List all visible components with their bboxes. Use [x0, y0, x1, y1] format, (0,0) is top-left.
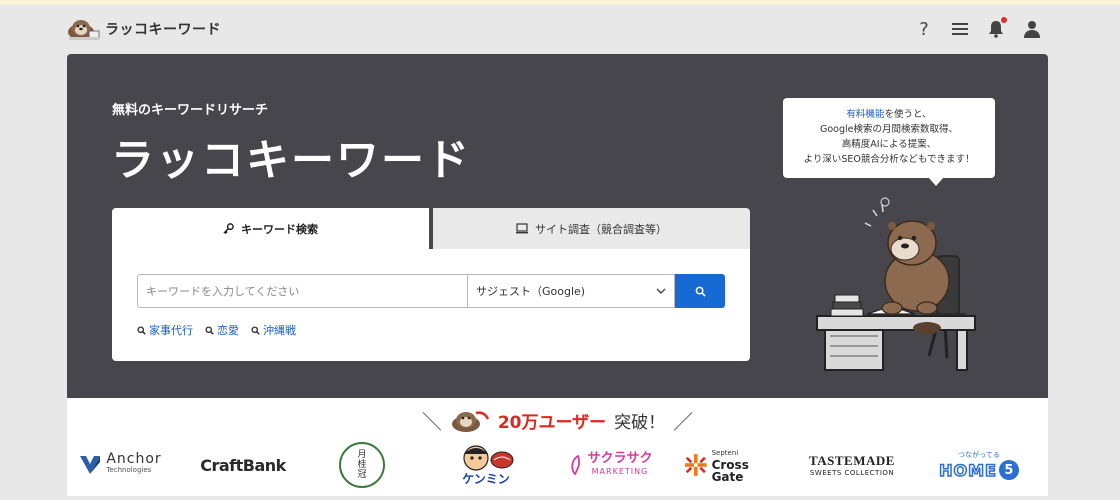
otter-desk-illustration — [797, 186, 977, 371]
partner-logo-tastemade: TASTEMADE SWEETS COLLECTION — [809, 453, 895, 477]
partner-logo-home5: つながってる HOME 5 — [929, 442, 1029, 488]
suggestion-links: 家事代行 恋愛 沖縄戦 — [137, 322, 296, 338]
suggestion-link[interactable]: 恋愛 — [205, 322, 239, 338]
search-button[interactable] — [675, 274, 725, 308]
partner-logo-kenmin: ケンミン — [451, 442, 521, 488]
logo[interactable]: ラッコキーワード — [67, 17, 221, 41]
monitor-icon — [516, 223, 528, 234]
help-icon[interactable]: ? — [914, 19, 934, 40]
partner-logo-gekkeikan: 月 桂 冠 — [337, 442, 387, 488]
chevron-down-icon — [656, 288, 666, 294]
paid-features-bubble: 有料機能を使うと、 Google検索の月間検索数取得、 高精度AIによる提案、 … — [783, 98, 995, 178]
search-icon — [205, 325, 214, 335]
notification-badge — [1001, 17, 1007, 23]
septeni-star-icon — [684, 454, 707, 476]
otter-mascot-icon — [451, 410, 489, 432]
tab-keyword-label: キーワード検索 — [241, 222, 318, 236]
tab-site-research[interactable]: サイト調査（競合調査等） — [433, 208, 750, 249]
menu-icon[interactable] — [950, 19, 970, 39]
partner-logo-sakurasaku: サクラサク MARKETING — [561, 442, 661, 488]
search-icon — [137, 325, 146, 335]
users-banner: ＼ 20万ユーザー 突破！ ／ Anchor Technologies Craf… — [67, 398, 1048, 496]
suggestion-link[interactable]: 沖縄戦 — [251, 322, 296, 338]
milestone-rest: 突破！ — [614, 413, 666, 433]
search-type-select[interactable]: サジェスト（Google) — [467, 274, 675, 308]
search-panel: キーワード検索 サイト調査（競合調査等） サジェスト（Google) 家事代行 — [112, 208, 750, 361]
partner-logo-anchor: Anchor Technologies — [73, 442, 167, 488]
search-icon — [695, 286, 706, 297]
sakura-petal-icon — [571, 454, 581, 476]
partner-logo-craftbank: CraftBank — [200, 455, 286, 475]
search-type-value: サジェスト（Google) — [476, 285, 586, 298]
milestone-heading: ＼ 20万ユーザー 突破！ ／ — [421, 410, 694, 434]
bell-icon[interactable] — [986, 17, 1007, 39]
key-icon — [223, 223, 234, 234]
partner-logos: Anchor Technologies CraftBank 月 桂 冠 ケンミン… — [67, 442, 1048, 488]
tab-site-label: サイト調査（競合調査等） — [535, 222, 667, 236]
paid-features-link[interactable]: 有料機能 — [846, 109, 884, 120]
hero-title: ラッコキーワード — [111, 136, 471, 186]
kenmin-mascot-icon — [463, 444, 514, 471]
partner-logo-septeni: Septeni Cross Gate — [684, 442, 778, 488]
logo-text: ラッコキーワード — [105, 22, 221, 38]
header: ラッコキーワード ? — [0, 5, 1120, 55]
keyword-input[interactable] — [137, 274, 467, 308]
search-icon — [251, 325, 260, 335]
anchor-logo-icon — [80, 456, 101, 474]
otter-logo-icon — [68, 20, 100, 40]
search-row: サジェスト（Google) — [137, 274, 725, 308]
user-icon[interactable] — [1022, 19, 1042, 39]
hero-subtitle: 無料のキーワードリサーチ — [112, 103, 269, 118]
suggestion-link[interactable]: 家事代行 — [137, 322, 193, 338]
milestone-highlight: 20万ユーザー — [497, 413, 607, 433]
search-panel-body: サジェスト（Google) 家事代行 恋愛 沖縄戦 — [112, 249, 750, 361]
tab-keyword-search[interactable]: キーワード検索 — [112, 208, 429, 249]
bubble-tail — [929, 178, 943, 186]
hero-section: 無料のキーワードリサーチ ラッコキーワード キーワード検索 サイト調査（競合調査… — [67, 54, 1048, 398]
